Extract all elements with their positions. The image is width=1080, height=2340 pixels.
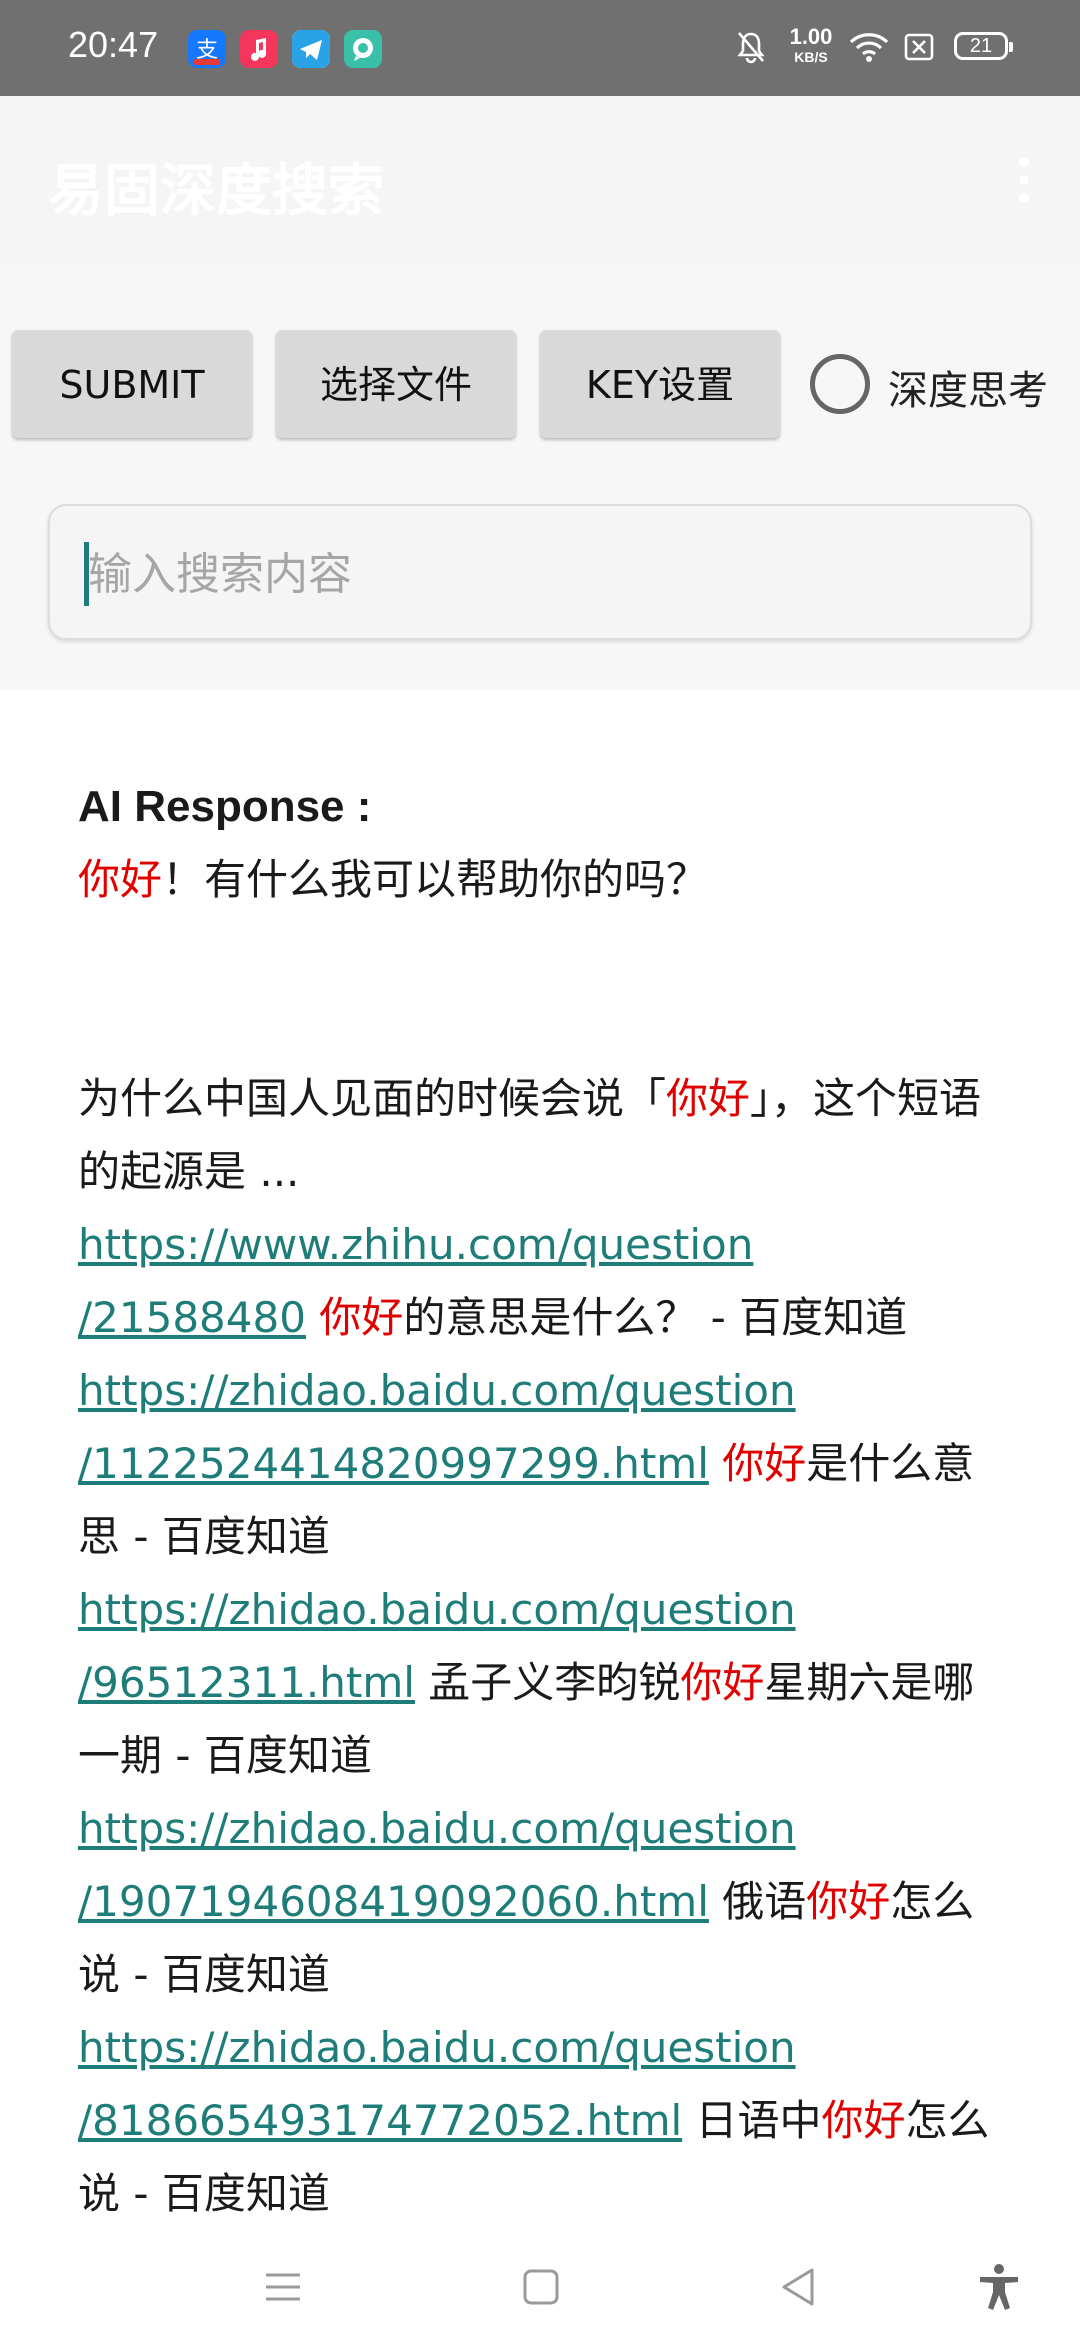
result-link[interactable]: https://zhidao.baidu.com/question/112252… [78, 1366, 796, 1488]
network-speed-unit: KB/S [794, 49, 828, 65]
result-link-part-1[interactable]: https://www.zhihu.com/question [78, 1220, 753, 1269]
result-link-part-2[interactable]: /818665493174772052.html [78, 2096, 682, 2145]
status-bar: 20:47 支 1.00 KB/S 21 [0, 0, 1080, 96]
menu-icon[interactable] [258, 2262, 308, 2312]
more-options-icon[interactable] [1006, 154, 1042, 210]
deep-think-label[interactable]: 深度思考 [888, 358, 1048, 416]
response-heading: AI Response : [78, 782, 372, 831]
result-prefix [709, 1439, 722, 1488]
intro-paragraph: 为什么中国人见面的时候会说「你好」，这个短语的起源是 ... [78, 1062, 1008, 1208]
network-speed: 1.00 KB/S [782, 24, 840, 65]
sim-blocked-icon [904, 33, 934, 65]
result-link-part-2[interactable]: /1122524414820997299.html [78, 1439, 709, 1488]
alipay-icon: 支 [188, 30, 226, 68]
result-link[interactable]: https://zhidao.baidu.com/question/190719… [78, 1804, 796, 1926]
result-prefix [306, 1293, 319, 1342]
result-link-part-1[interactable]: https://zhidao.baidu.com/question [78, 1585, 796, 1634]
result-prefix: 孟子义李昀锐 [414, 1658, 681, 1707]
wifi-icon [848, 30, 890, 68]
choose-file-button[interactable]: 选择文件 [276, 330, 516, 438]
result-link-part-1[interactable]: https://zhidao.baidu.com/question [78, 1804, 796, 1853]
result-highlight: 你好 [319, 1293, 404, 1342]
search-result: https://zhidao.baidu.com/question/965123… [78, 1573, 1008, 1792]
result-link-part-2[interactable]: /21588480 [78, 1293, 306, 1342]
controls-panel: SUBMIT 选择文件 KEY设置 深度思考 [0, 266, 1080, 690]
search-result: https://zhidao.baidu.com/question/112252… [78, 1354, 1008, 1573]
network-speed-value: 1.00 [789, 24, 833, 49]
key-settings-button[interactable]: KEY设置 [540, 330, 780, 438]
search-result: https://www.zhihu.com/question/21588480 … [78, 1208, 1008, 1354]
greeting-highlight: 你好 [78, 855, 163, 904]
navigation-bar [0, 2230, 1080, 2340]
greeting-line: 你好！有什么我可以帮助你的吗？ [78, 843, 1008, 916]
search-result: https://zhidao.baidu.com/question/818665… [78, 2011, 1008, 2230]
result-link-part-1[interactable]: https://zhidao.baidu.com/question [78, 1366, 796, 1415]
intro-before: 为什么中国人见面的时候会说「 [78, 1074, 667, 1123]
result-highlight: 你好 [680, 1658, 765, 1707]
battery-level: 21 [969, 35, 993, 57]
result-link-part-1[interactable]: https://zhidao.baidu.com/question [78, 2023, 796, 2072]
response-content: AI Response : 你好！有什么我可以帮助你的吗？ 为什么中国人见面的时… [78, 770, 1008, 2230]
result-link-part-2[interactable]: /1907194608419092060.html [78, 1877, 709, 1926]
submit-button[interactable]: SUBMIT [12, 330, 252, 438]
result-highlight: 你好 [806, 1877, 891, 1926]
back-icon[interactable] [774, 2262, 824, 2312]
chat-app-icon [344, 30, 382, 68]
result-prefix: 俄语 [708, 1877, 807, 1926]
intro-highlight: 你好 [666, 1074, 751, 1123]
result-title: 的意思是什么？ - 百度知道 [403, 1293, 908, 1342]
result-highlight: 你好 [722, 1439, 807, 1488]
search-box[interactable] [48, 504, 1032, 640]
mute-bell-icon [736, 30, 766, 68]
result-highlight: 你好 [821, 2096, 906, 2145]
search-input[interactable] [86, 536, 990, 612]
accessibility-icon[interactable] [974, 2262, 1024, 2312]
greeting-text: ！有什么我可以帮助你的吗？ [162, 855, 709, 904]
deep-think-radio[interactable] [810, 354, 870, 414]
search-result: https://zhidao.baidu.com/question/190719… [78, 1792, 1008, 2011]
app-toolbar: 易固深度搜索 [0, 96, 1080, 266]
music-icon [240, 30, 278, 68]
result-link-part-2[interactable]: /96512311.html [78, 1658, 415, 1707]
home-icon[interactable] [516, 2262, 566, 2312]
telegram-icon [292, 30, 330, 68]
app-title: 易固深度搜索 [48, 159, 384, 224]
battery-icon: 21 [954, 32, 1013, 60]
status-time: 20:47 [68, 24, 159, 65]
result-prefix: 日语中 [682, 2096, 822, 2145]
